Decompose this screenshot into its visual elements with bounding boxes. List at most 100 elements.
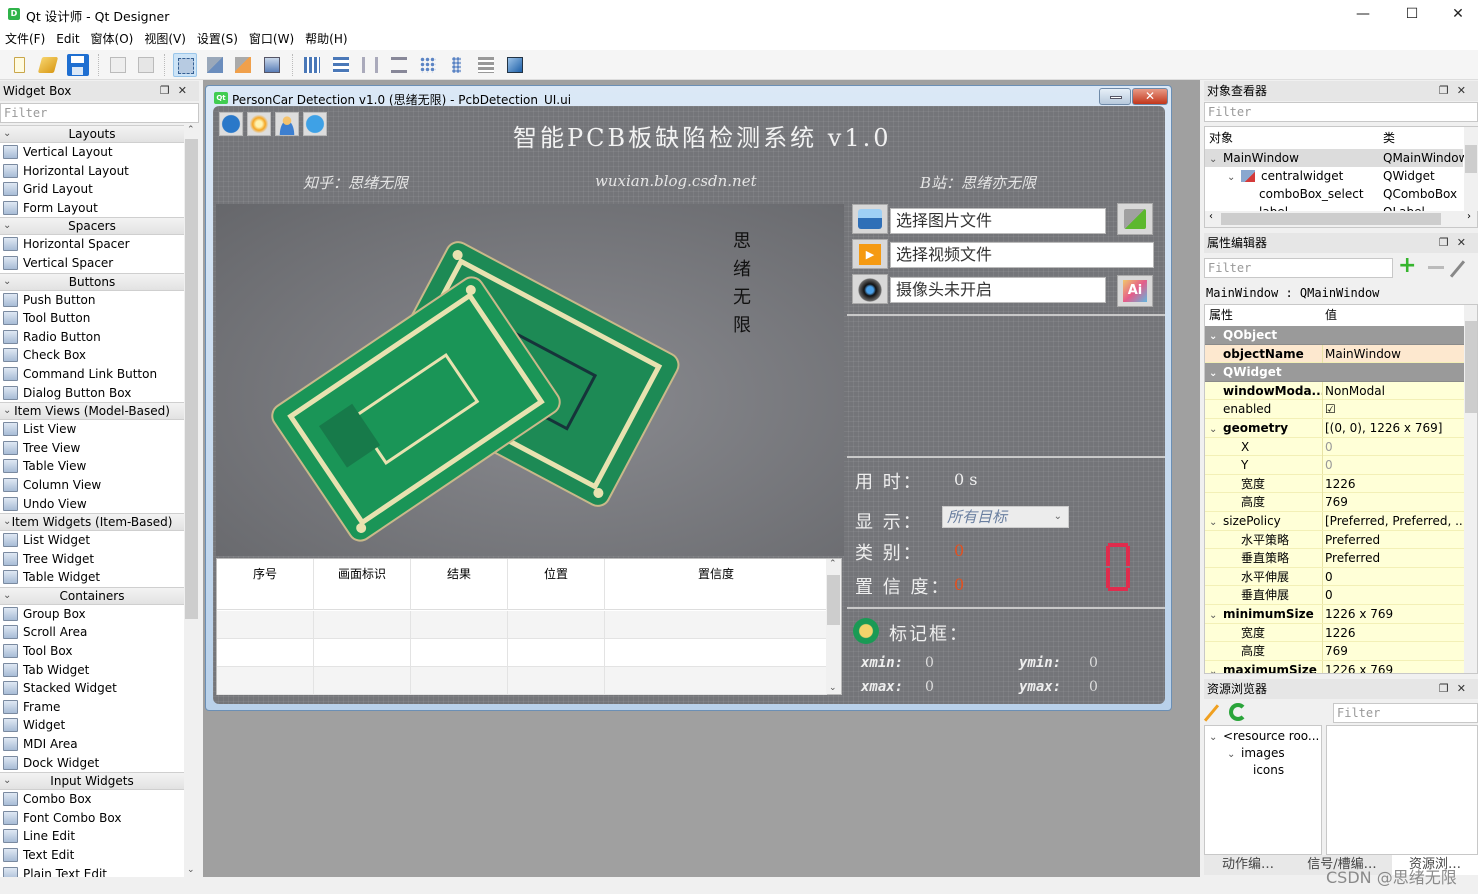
- resource-images-node[interactable]: ⌄ images: [1227, 744, 1285, 762]
- table-row[interactable]: [217, 611, 827, 639]
- widget-item[interactable]: Dialog Button Box: [0, 384, 184, 403]
- property-group[interactable]: ⌄ QWidget: [1205, 363, 1464, 382]
- object-tree-row[interactable]: ⌄ centralwidget QWidget: [1205, 167, 1463, 185]
- widget-item[interactable]: Table View: [0, 457, 184, 476]
- property-row[interactable]: 水平策略 Preferred: [1205, 530, 1464, 550]
- widget-item[interactable]: Grid Layout: [0, 180, 184, 199]
- property-row[interactable]: ⌄ sizePolicy [Preferred, Preferred, ...: [1205, 512, 1464, 531]
- table-scrollbar[interactable]: ⌃ ⌄: [826, 559, 841, 694]
- resource-icons-node[interactable]: icons: [1253, 761, 1284, 779]
- table-row[interactable]: [217, 667, 827, 695]
- widget-item[interactable]: Vertical Spacer: [0, 254, 184, 273]
- menu-form[interactable]: 窗体(O): [86, 28, 140, 50]
- camera-status-input[interactable]: 摄像头未开启: [890, 277, 1106, 303]
- property-row[interactable]: 垂直策略 Preferred: [1205, 549, 1464, 568]
- object-tree-row[interactable]: ⌄ MainWindow QMainWindow: [1205, 149, 1468, 167]
- widget-item[interactable]: Push Button: [0, 291, 184, 310]
- close-icon[interactable]: ✕: [1457, 84, 1474, 97]
- layout-v-splitter-button[interactable]: [387, 53, 411, 77]
- object-tree-row[interactable]: comboBox_select QComboBox: [1205, 185, 1463, 203]
- save-button[interactable]: [66, 53, 90, 77]
- table-cell[interactable]: [314, 611, 411, 639]
- widget-item[interactable]: Scroll Area: [0, 623, 184, 642]
- property-row[interactable]: windowModa... NonModal: [1205, 381, 1464, 401]
- info-icon[interactable]: [219, 112, 243, 136]
- table-cell[interactable]: [605, 611, 827, 639]
- widget-item[interactable]: Horizontal Layout: [0, 162, 184, 181]
- add-property-icon[interactable]: +: [1398, 255, 1416, 277]
- property-group[interactable]: ⌄ QObject: [1205, 326, 1464, 345]
- widget-category[interactable]: ⌄ Spacers: [0, 217, 184, 236]
- scroll-down-icon[interactable]: ⌄: [187, 865, 195, 875]
- minimize-button[interactable]: —: [1340, 0, 1386, 28]
- property-editor-filter-input[interactable]: Filter: [1204, 258, 1393, 278]
- table-cell[interactable]: [217, 639, 314, 667]
- widget-category[interactable]: ⌄ Buttons: [0, 272, 184, 291]
- resource-filter-input[interactable]: Filter: [1333, 703, 1478, 723]
- widget-item[interactable]: Tool Button: [0, 309, 184, 328]
- widget-box-scrollbar[interactable]: ⌃ ⌄: [184, 125, 199, 877]
- property-row[interactable]: 宽度 1226: [1205, 623, 1464, 643]
- reload-icon[interactable]: [1229, 703, 1247, 721]
- widget-item[interactable]: Widget: [0, 716, 184, 735]
- widget-item[interactable]: Form Layout: [0, 199, 184, 218]
- resource-file-list[interactable]: [1326, 725, 1478, 855]
- widget-item[interactable]: Undo View: [0, 495, 184, 514]
- menu-file[interactable]: 文件(F): [0, 28, 51, 50]
- property-row[interactable]: objectName MainWindow: [1205, 344, 1464, 364]
- table-cell[interactable]: [605, 639, 827, 667]
- open-folder-button[interactable]: [1117, 203, 1153, 235]
- property-row[interactable]: 高度 769: [1205, 642, 1464, 661]
- bring-to-front-button[interactable]: [106, 53, 130, 77]
- widget-item[interactable]: Plain Text Edit: [0, 865, 184, 877]
- edit-widgets-button[interactable]: [173, 53, 197, 77]
- widget-item[interactable]: Vertical Layout: [0, 143, 184, 162]
- widget-category[interactable]: ⌄ Containers: [0, 586, 184, 605]
- widget-item[interactable]: Tab Widget: [0, 661, 184, 680]
- maximize-button[interactable]: ☐: [1389, 0, 1435, 28]
- widget-item[interactable]: Dock Widget: [0, 754, 184, 773]
- table-cell[interactable]: [508, 611, 605, 639]
- column-header-confidence[interactable]: 置信度: [605, 559, 827, 610]
- select-image-button[interactable]: [852, 204, 888, 234]
- chat-icon[interactable]: [303, 112, 327, 136]
- edit-resources-icon[interactable]: [1203, 704, 1220, 722]
- new-file-button[interactable]: [8, 53, 32, 77]
- close-button[interactable]: ✕: [1435, 0, 1478, 28]
- scroll-down-icon[interactable]: ⌄: [829, 683, 837, 693]
- display-select[interactable]: 所有目标 ⌄: [942, 506, 1069, 528]
- property-row[interactable]: Y0: [1205, 456, 1464, 475]
- ai-button[interactable]: Ai: [1117, 275, 1153, 307]
- widget-item[interactable]: MDI Area: [0, 735, 184, 754]
- widget-item[interactable]: Radio Button: [0, 328, 184, 347]
- oi-vscrollbar[interactable]: [1464, 127, 1478, 211]
- float-icon[interactable]: ❐: [160, 84, 178, 97]
- widget-category[interactable]: ⌄ Layouts: [0, 125, 184, 143]
- menu-view[interactable]: 视图(V): [139, 28, 192, 50]
- close-icon[interactable]: ✕: [178, 84, 195, 97]
- widget-box-filter-input[interactable]: Filter: [0, 103, 199, 123]
- widget-item[interactable]: List Widget: [0, 531, 184, 550]
- property-editor-table[interactable]: 属性 值 ⌄ QObject objectName MainWindow ⌄ QWidge…: [1204, 304, 1478, 674]
- menu-window[interactable]: 窗口(W): [244, 28, 300, 50]
- resource-root-node[interactable]: ⌄ <resource roo...: [1209, 727, 1319, 745]
- menu-help[interactable]: 帮助(H): [300, 28, 353, 50]
- widget-item[interactable]: Combo Box: [0, 790, 184, 809]
- property-row[interactable]: X0: [1205, 437, 1464, 457]
- form-minimize-button[interactable]: [1099, 88, 1131, 105]
- user-icon[interactable]: [275, 112, 299, 136]
- widget-item[interactable]: Tree View: [0, 439, 184, 458]
- widget-item[interactable]: Font Combo Box: [0, 809, 184, 828]
- widget-item[interactable]: Table Widget: [0, 568, 184, 587]
- tab-action-editor[interactable]: 动作编…: [1204, 855, 1292, 875]
- column-header-frame[interactable]: 画面标识: [314, 559, 411, 610]
- table-cell[interactable]: [217, 667, 314, 695]
- table-cell[interactable]: [508, 667, 605, 695]
- float-icon[interactable]: ❐: [1439, 682, 1457, 695]
- layout-horizontal-button[interactable]: [300, 53, 324, 77]
- edit-tab-order-button[interactable]: [260, 53, 284, 77]
- property-row[interactable]: enabled ☑: [1205, 400, 1464, 419]
- widget-item[interactable]: List View: [0, 420, 184, 439]
- form-close-button[interactable]: ✕: [1132, 88, 1168, 105]
- widget-item[interactable]: Line Edit: [0, 827, 184, 846]
